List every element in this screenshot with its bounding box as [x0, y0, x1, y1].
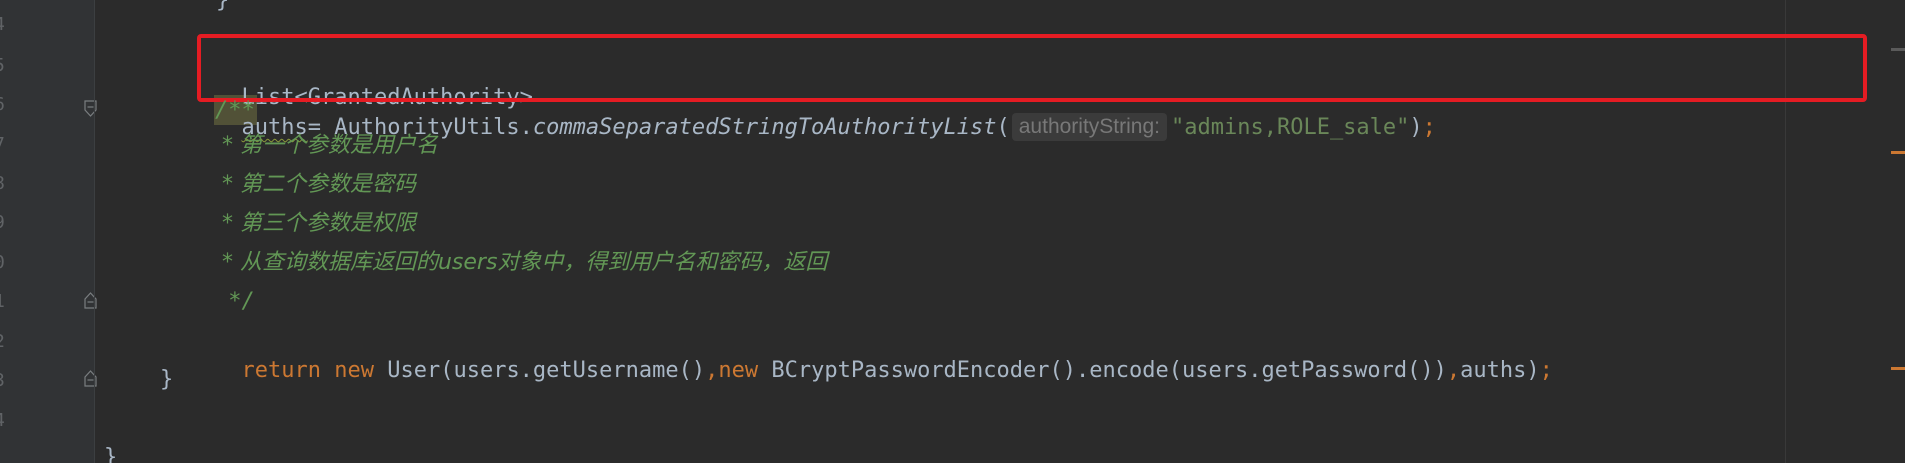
line-number: 9: [0, 214, 8, 232]
keyword-return: return: [241, 358, 321, 383]
scrollbar-marker: [1891, 48, 1905, 51]
doc-comment-end: */: [215, 289, 255, 314]
semicolon: ;: [1539, 358, 1553, 383]
comment-text: * 从查询数据库返回的users对象中，得到用户名和密码，返回: [215, 250, 828, 275]
comma: ,: [705, 358, 719, 383]
fold-collapse-icon[interactable]: [84, 100, 97, 117]
doc-comment-line: * 从查询数据库返回的users对象中，得到用户名和密码，返回: [215, 248, 827, 278]
string-literal: "admins,ROLE_sale": [1171, 115, 1410, 140]
line-number: 4: [0, 16, 8, 34]
scrollbar-marker: [1891, 151, 1905, 154]
comment-text: * 第二个参数是密码: [215, 172, 416, 197]
parameter-hint: authorityString:: [1011, 113, 1167, 141]
code-line-block-close: }: [216, 0, 230, 13]
fold-end-icon[interactable]: [84, 370, 97, 387]
gutter-divider: [94, 0, 95, 463]
keyword-new: new: [334, 358, 374, 383]
close-paren: ): [1409, 115, 1423, 140]
doc-comment-line: * 第一个参数是用户名: [215, 131, 438, 161]
line-number: 3: [0, 372, 8, 390]
code-line-return: return new User(users.getUsername(),new …: [215, 326, 1553, 383]
encoder-call: BCryptPasswordEncoder().encode(users.get…: [771, 358, 1447, 383]
class-close-brace: }: [104, 445, 118, 463]
line-number: 5: [0, 57, 8, 75]
method-close-brace: }: [160, 367, 174, 392]
scrollbar-marker: [1891, 367, 1905, 370]
user-constructor: User(users.getUsername(): [387, 358, 706, 383]
line-number: 0: [0, 254, 8, 272]
doc-comment-line: * 第三个参数是权限: [215, 209, 416, 239]
open-paren: (: [996, 115, 1010, 140]
line-number: 1: [0, 293, 8, 311]
comment-text: * 第一个参数是用户名: [215, 133, 438, 158]
red-highlight-box: [197, 34, 1867, 102]
line-number: 7: [0, 136, 8, 154]
doc-comment-start: /**: [215, 98, 255, 123]
fold-end-icon[interactable]: [84, 292, 97, 309]
comment-text: * 第三个参数是权限: [215, 211, 416, 236]
auths-arg: auths): [1460, 358, 1540, 383]
method-name: commaSeparatedStringToAuthorityList: [532, 115, 997, 140]
line-number: 8: [0, 175, 8, 193]
keyword-new: new: [718, 358, 759, 383]
comma: ,: [1446, 358, 1461, 383]
line-number: 2: [0, 333, 8, 351]
line-number-gutter: 4 5 6 7 8 9 0 1 2 3 4: [0, 0, 97, 463]
doc-comment-line: * 第二个参数是密码: [215, 170, 416, 200]
line-number: 6: [0, 96, 8, 114]
semicolon: ;: [1422, 115, 1436, 140]
line-number: 4: [0, 412, 8, 430]
